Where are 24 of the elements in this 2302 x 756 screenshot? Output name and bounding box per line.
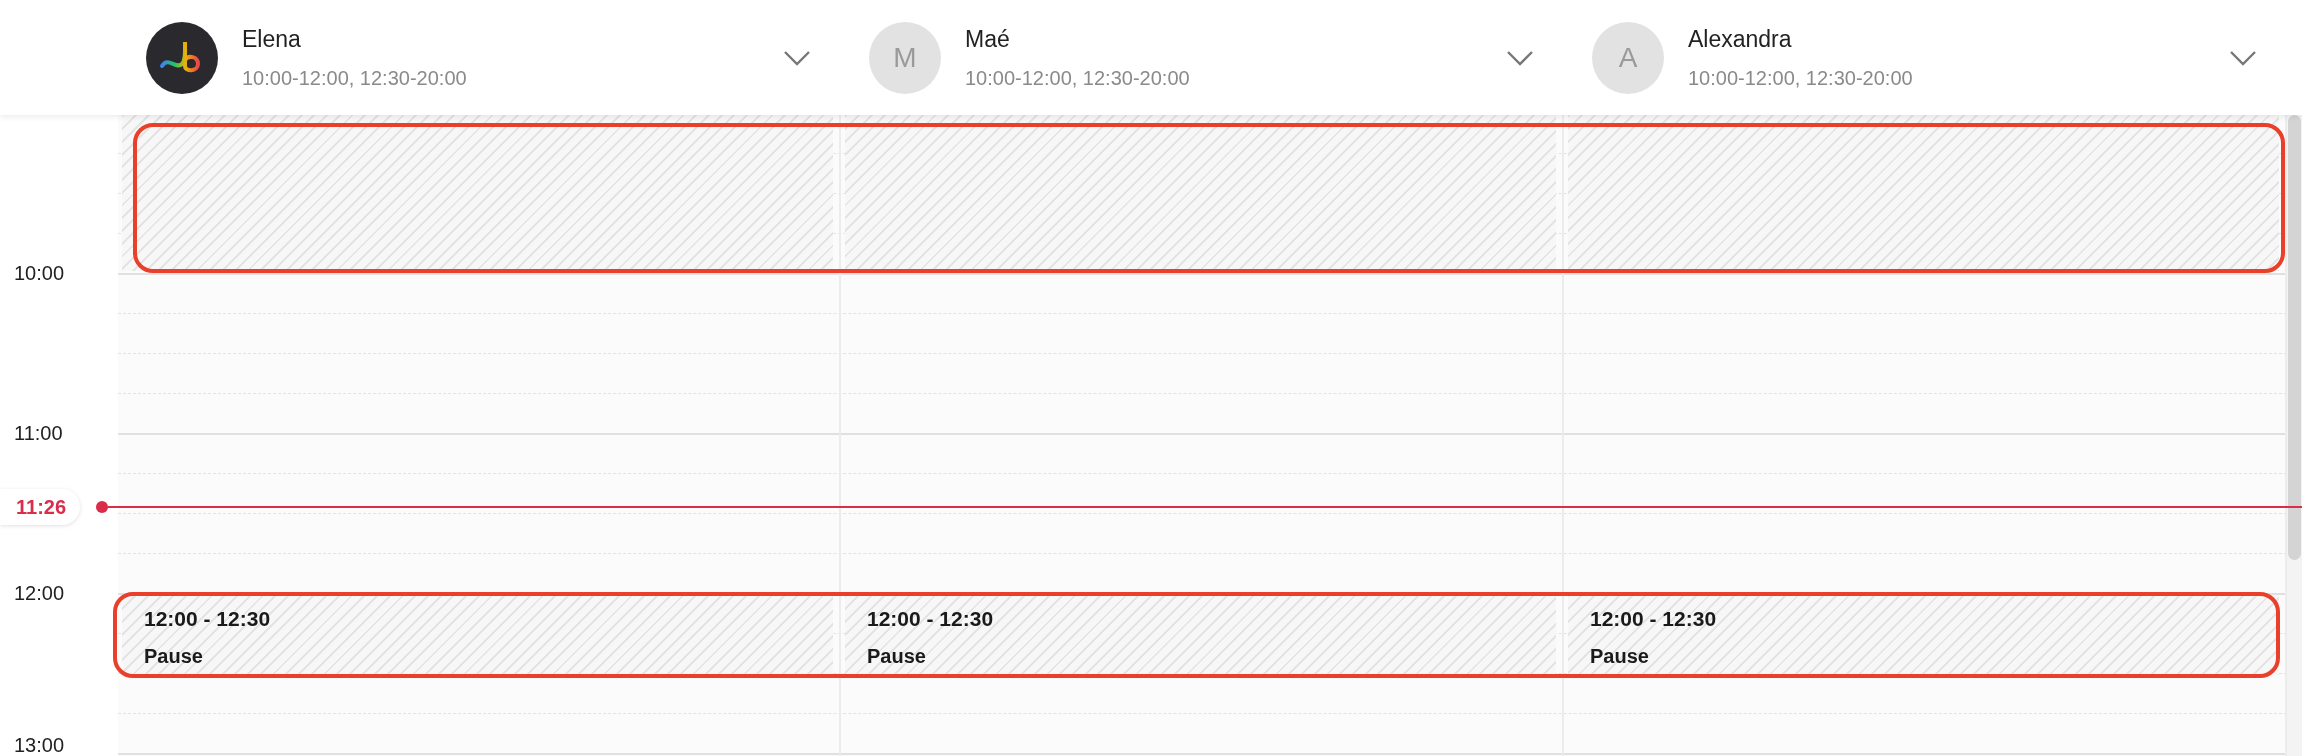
pause-label: Pause (144, 643, 204, 669)
staff-name: Elena (242, 25, 302, 55)
time-label: 13:00 (14, 734, 65, 756)
pause-time: 12:00 - 12:30 (144, 606, 272, 632)
chevron-down-icon (783, 49, 811, 66)
working-hours: 10:00-12:00, 12:30-20:00 (965, 65, 1191, 91)
avatar: M (869, 21, 941, 94)
pause-label: Pause (867, 643, 927, 669)
scrollbar-thumb[interactable] (2288, 115, 2301, 560)
pause-label: Pause (1590, 643, 1650, 669)
logo-avatar-icon (146, 21, 218, 94)
chevron-down-icon (1506, 49, 1534, 66)
staff-name: Maé (965, 25, 1011, 55)
time-label: 10:00 (14, 262, 65, 284)
current-time-label: 11:26 (0, 489, 81, 525)
working-hours: 10:00-12:00, 12:30-20:00 (242, 65, 468, 91)
working-hours: 10:00-12:00, 12:30-20:00 (1688, 65, 1914, 91)
pause-time: 12:00 - 12:30 (1590, 606, 1718, 632)
chevron-down-icon (2229, 49, 2257, 66)
time-label: 11:00 (14, 422, 63, 444)
staff-name: Alexandra (1688, 25, 1793, 55)
time-label: 12:00 (14, 582, 65, 604)
avatar: A (1592, 21, 1664, 94)
pause-time: 12:00 - 12:30 (867, 606, 995, 632)
